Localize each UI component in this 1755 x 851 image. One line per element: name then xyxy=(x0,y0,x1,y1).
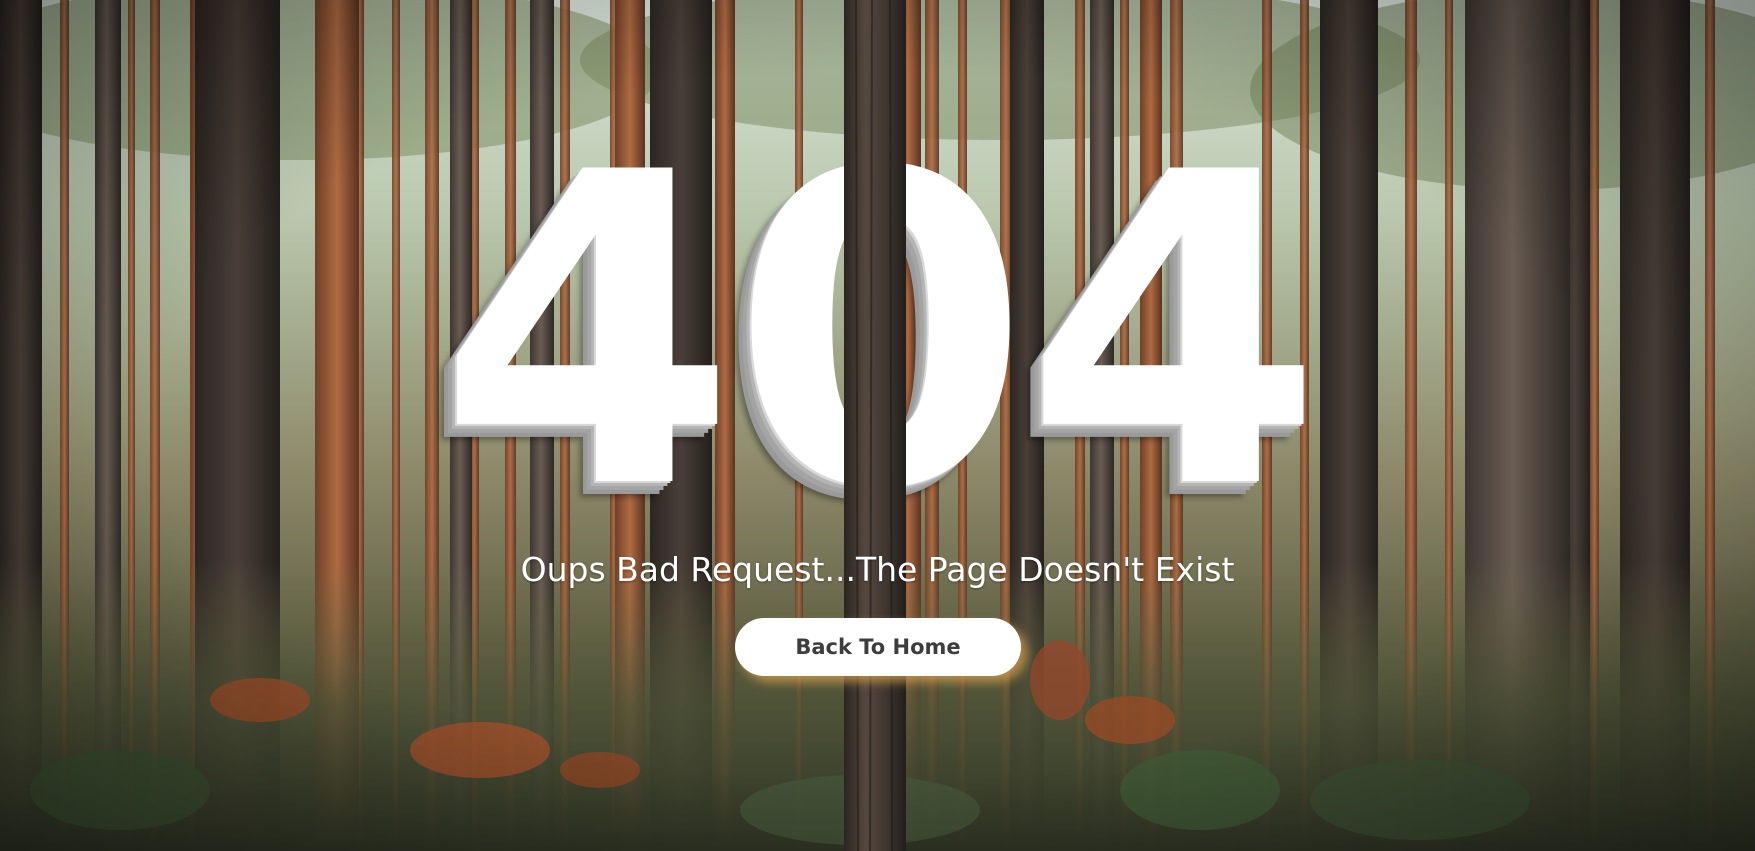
error-message: Oups Bad Request...The Page Doesn't Exis… xyxy=(520,550,1235,589)
error-content: 404 Oups Bad Request...The Page Doesn't … xyxy=(0,0,1755,851)
back-to-home-button[interactable]: Back To Home xyxy=(735,618,1021,676)
tree-trunk-overlay xyxy=(844,0,906,851)
